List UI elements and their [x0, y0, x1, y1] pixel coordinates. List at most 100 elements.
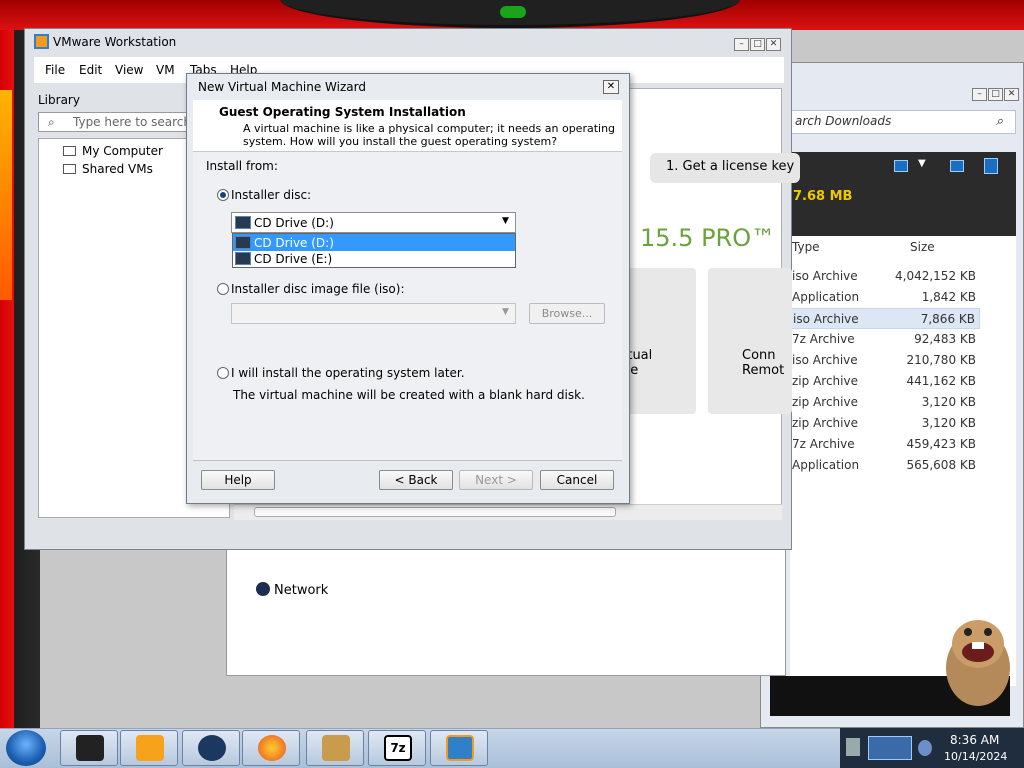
search-icon[interactable]: ⌕	[996, 114, 1003, 129]
wizard-heading: Guest Operating System Installation	[219, 105, 466, 119]
file-size: 7,866 KB	[920, 312, 975, 326]
taskbar-app-2[interactable]	[120, 730, 178, 766]
file-size: 565,608 KB	[906, 458, 976, 472]
close-icon[interactable]: ✕	[1004, 88, 1019, 101]
file-row[interactable]: iso Archive 210,780 KB	[790, 350, 980, 371]
file-row-selected[interactable]: iso Archive 7,866 KB	[790, 308, 980, 329]
volume-icon[interactable]	[918, 740, 932, 756]
chevron-down-icon[interactable]: ▼	[918, 158, 926, 169]
app3-icon	[198, 735, 226, 761]
vmware-logo-icon	[34, 34, 49, 49]
chevron-down-icon[interactable]: ▼	[502, 216, 509, 226]
app1-icon	[76, 735, 104, 761]
gopher-mascot-icon	[946, 620, 1010, 706]
file-size: 3,120 KB	[921, 395, 976, 409]
file-size: 210,780 KB	[906, 353, 976, 367]
tile-label: Conn Remot	[742, 348, 784, 378]
chevron-down-icon[interactable]: ▼	[502, 307, 509, 317]
taskbar-app-firefox[interactable]	[242, 730, 300, 766]
file-row[interactable]: 7z Archive 459,423 KB	[790, 434, 980, 455]
network-icon	[256, 582, 270, 596]
nav-item-network[interactable]: Network	[256, 582, 328, 598]
file-type: iso Archive	[792, 269, 858, 283]
file-type: Application	[792, 290, 860, 304]
tree-item-shared-vms[interactable]: Shared VMs	[63, 162, 153, 176]
vmware-icon	[446, 735, 474, 761]
iso-file-radio[interactable]	[217, 283, 229, 295]
installer-disc-label[interactable]: Installer disc:	[231, 188, 311, 202]
7zip-icon: 7z	[384, 735, 412, 761]
file-type: Application	[792, 458, 860, 472]
file-row[interactable]: zip Archive 3,120 KB	[790, 413, 980, 434]
taskbar-app-vmware[interactable]	[430, 730, 488, 766]
browse-button[interactable]: Browse...	[529, 303, 605, 324]
pane-icon[interactable]	[950, 160, 964, 172]
explorer-window-controls: – □ ✕	[971, 85, 1019, 101]
disc-option-label[interactable]: CD Drive (D:)	[254, 236, 334, 250]
file-row[interactable]: Application 565,608 KB	[790, 455, 980, 476]
file-type: 7z Archive	[792, 437, 855, 451]
iso-file-label[interactable]: Installer disc image file (iso):	[231, 282, 404, 296]
wallpaper-stripe	[0, 90, 12, 300]
iso-path-input[interactable]	[231, 303, 516, 324]
vlc-icon	[136, 735, 164, 761]
menu-edit[interactable]: Edit	[79, 63, 102, 77]
tree-item-my-computer[interactable]: My Computer	[63, 144, 163, 158]
network-tray-icon[interactable]	[868, 736, 912, 760]
product-version-label: 15.5 PRO™	[640, 224, 776, 252]
taskbar-app-7zip[interactable]: 7z	[368, 730, 426, 766]
file-size: 1,842 KB	[921, 290, 976, 304]
install-later-radio[interactable]	[217, 367, 229, 379]
clock-date[interactable]: 10/14/2024	[944, 750, 1007, 763]
file-row[interactable]: 7z Archive 92,483 KB	[790, 329, 980, 350]
cancel-button[interactable]: Cancel	[540, 470, 614, 490]
file-size: 4,042,152 KB	[895, 269, 976, 283]
firefox-icon	[258, 735, 286, 761]
tree-item-label: My Computer	[82, 144, 163, 158]
installer-disc-selected: CD Drive (D:)	[254, 216, 334, 230]
file-type: iso Archive	[793, 312, 859, 326]
clock-time[interactable]: 8:36 AM	[950, 733, 999, 747]
column-type[interactable]: Type	[792, 240, 820, 254]
next-button[interactable]: Next >	[459, 470, 533, 490]
tray-arrow-icon[interactable]	[846, 738, 860, 756]
file-size: 92,483 KB	[914, 332, 976, 346]
menu-view[interactable]: View	[115, 63, 143, 77]
close-icon[interactable]: ✕	[603, 80, 619, 94]
file-row[interactable]: Application 1,842 KB	[790, 287, 980, 308]
close-icon[interactable]: ✕	[766, 38, 781, 51]
file-type: zip Archive	[792, 395, 858, 409]
scrollbar-thumb[interactable]	[254, 507, 616, 517]
file-type: zip Archive	[792, 416, 858, 430]
back-button[interactable]: < Back	[379, 470, 453, 490]
explorer-search-input[interactable]: arch Downloads ⌕	[790, 110, 1016, 134]
taskbar-app-3[interactable]	[182, 730, 240, 766]
file-size: 459,423 KB	[906, 437, 976, 451]
disc-option-e[interactable]: CD Drive (E:)	[254, 252, 332, 266]
cd-drive-icon	[235, 236, 251, 249]
install-later-label[interactable]: I will install the operating system late…	[231, 366, 465, 380]
menu-vm[interactable]: VM	[156, 63, 175, 77]
tree-item-label: Shared VMs	[82, 162, 153, 176]
connect-remote-server-tile[interactable]	[708, 268, 792, 414]
help-icon[interactable]	[984, 158, 998, 174]
file-row[interactable]: iso Archive 4,042,152 KB	[790, 266, 980, 287]
view-icon[interactable]	[894, 160, 908, 172]
cd-drive-icon	[235, 252, 251, 265]
help-button[interactable]: Help	[201, 470, 275, 490]
installer-disc-radio[interactable]	[217, 189, 229, 201]
minimize-icon[interactable]: –	[972, 88, 987, 101]
window-title-text: VMware Workstation	[53, 35, 177, 49]
taskbar-app-1[interactable]	[60, 730, 118, 766]
selected-size-label: 7.68 MB	[793, 189, 853, 204]
file-row[interactable]: zip Archive 3,120 KB	[790, 392, 980, 413]
maximize-icon[interactable]: □	[988, 88, 1003, 101]
get-license-key-button[interactable]: 1. Get a license key	[650, 153, 800, 183]
file-row[interactable]: zip Archive 441,162 KB	[790, 371, 980, 392]
column-size[interactable]: Size	[910, 240, 935, 254]
menu-file[interactable]: File	[45, 63, 65, 77]
minimize-icon[interactable]: –	[734, 38, 749, 51]
taskbar-app-5[interactable]	[306, 730, 364, 766]
start-button[interactable]	[6, 730, 46, 766]
maximize-icon[interactable]: □	[750, 38, 765, 51]
